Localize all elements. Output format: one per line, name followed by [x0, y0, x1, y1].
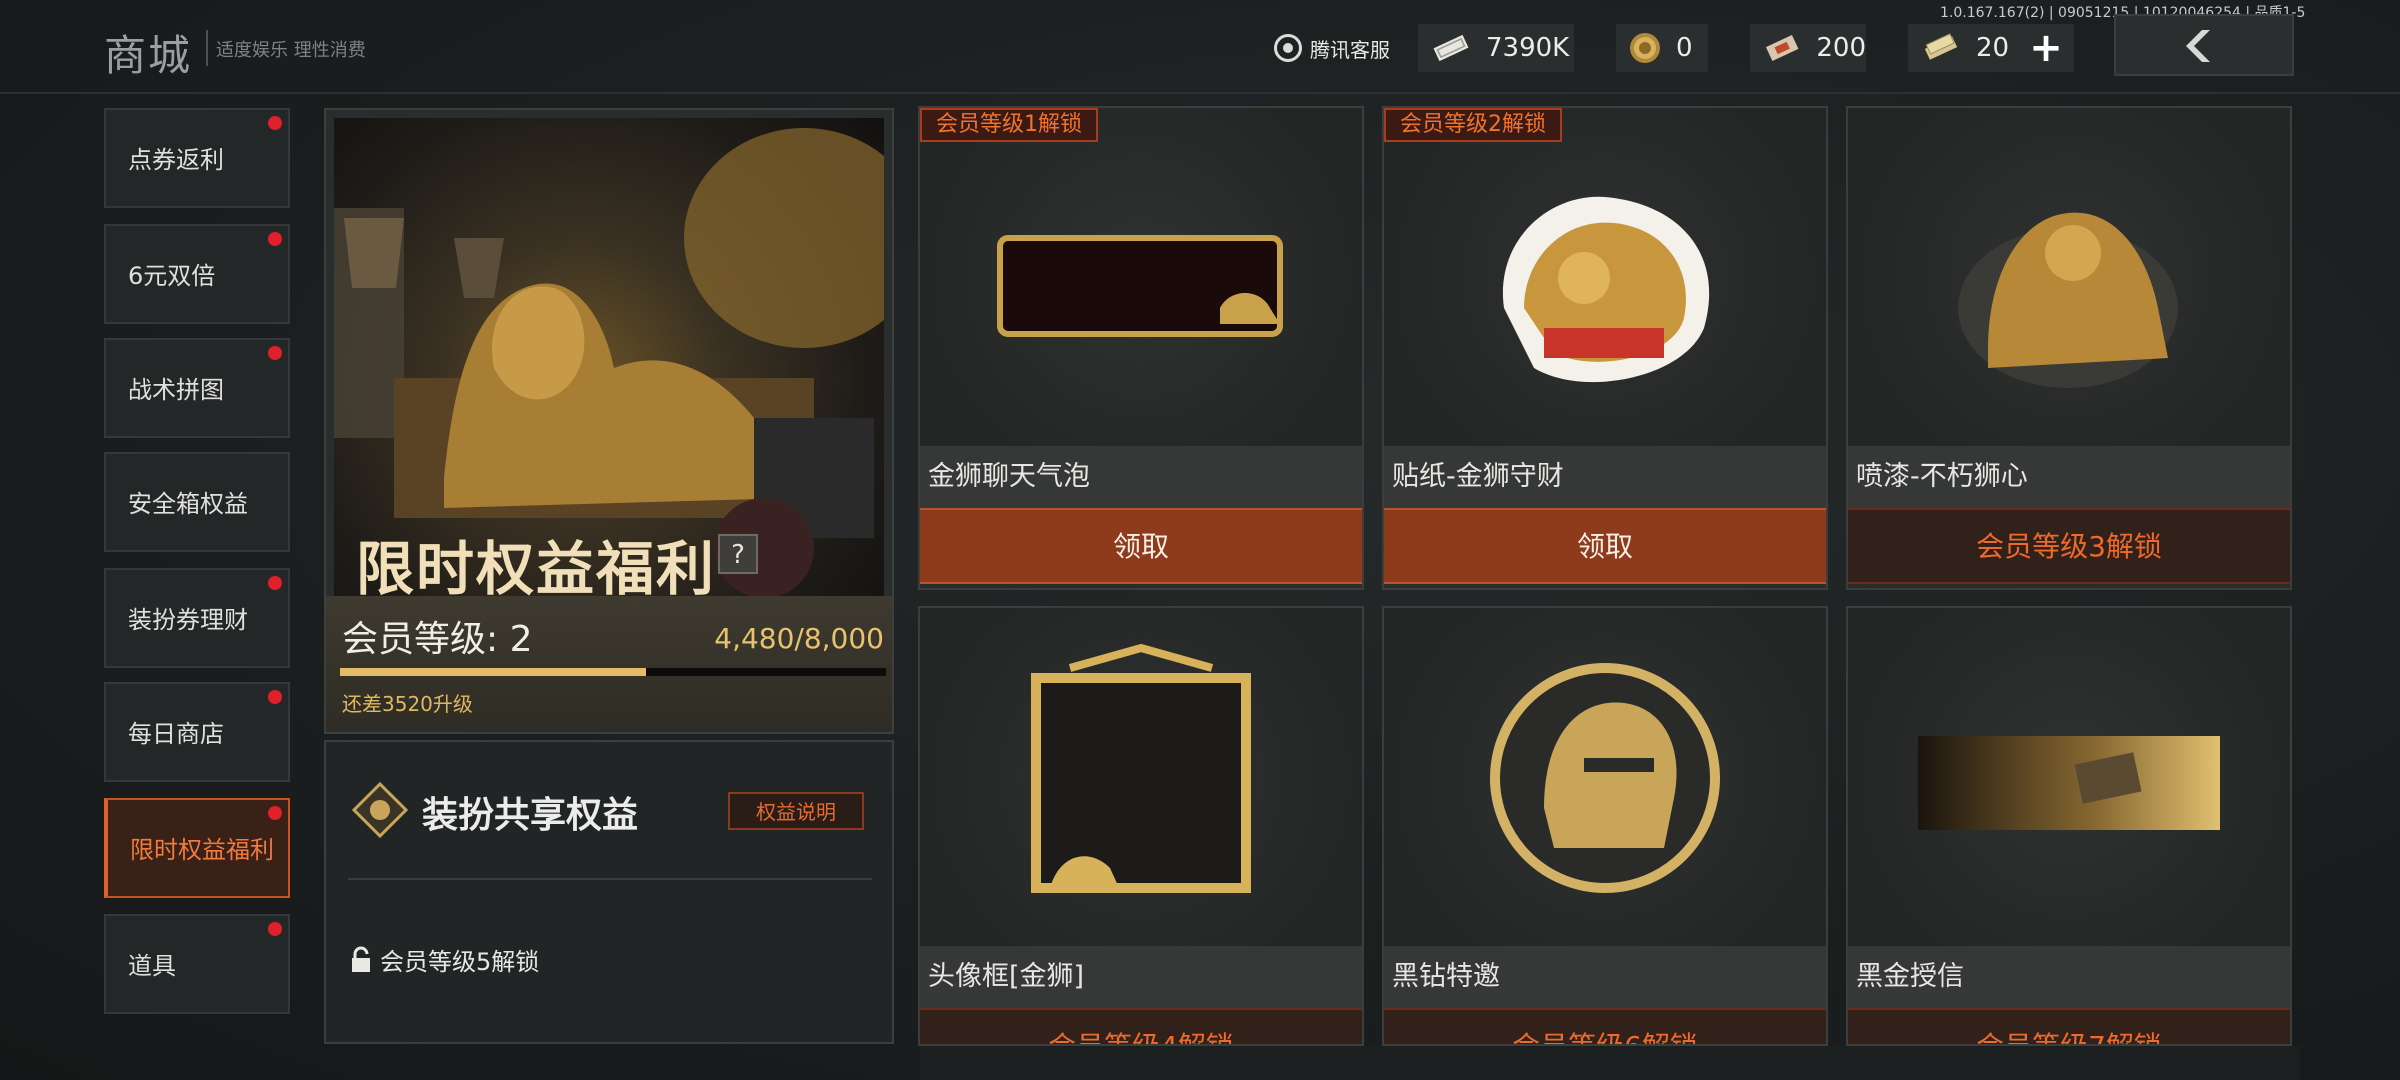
sidebar-item-limited-benefits[interactable]: 限时权益福利 [104, 798, 290, 898]
currency-value: 20 [1976, 33, 2010, 63]
notification-dot [268, 922, 282, 936]
customer-service-label: 腾讯客服 [1310, 37, 1390, 62]
sidebar-item-rebate[interactable]: 点券返利 [104, 108, 290, 208]
unlock-icon [352, 946, 370, 972]
avatar-frame-image [920, 608, 1362, 946]
sidebar-item-daily-shop[interactable]: 每日商店 [104, 682, 290, 782]
sidebar-item-label: 点券返利 [128, 146, 224, 174]
golden-lion-banner-image: 限时权益福利 ? [334, 118, 884, 596]
gold-coin-icon [1630, 33, 1660, 63]
sidebar-item-puzzle[interactable]: 战术拼图 [104, 338, 290, 438]
progress-bar-fill [340, 668, 646, 676]
shared-lock-text: 会员等级5解锁 [380, 948, 540, 976]
sidebar-item-label: 装扮券理财 [128, 606, 248, 634]
sidebar-item-label: 安全箱权益 [128, 490, 248, 518]
sidebar-item-label: 每日商店 [128, 720, 224, 748]
sticker-golden-lion-image [1384, 108, 1826, 446]
feature-panel: 限时权益福利 ? 会员等级: 2 4,480/8,000 还差3520升级 [324, 108, 894, 734]
claim-button[interactable]: 领取 [1384, 508, 1826, 584]
currency-banknote: 7390K [1418, 24, 1574, 72]
sidebar-item-safebox[interactable]: 安全箱权益 [104, 452, 290, 552]
notification-dot [268, 232, 282, 246]
reward-card[interactable]: 喷漆-不朽狮心 会员等级3解锁 [1846, 106, 2292, 590]
ticket-icon [1924, 33, 1958, 60]
customer-service-button[interactable]: 腾讯客服 [1274, 28, 1390, 68]
reward-name: 贴纸-金狮守财 [1384, 446, 1826, 508]
title-divider [206, 30, 208, 66]
claim-button[interactable]: 领取 [920, 508, 1362, 584]
shared-benefits-title: 装扮共享权益 [422, 795, 639, 836]
feature-title: 限时权益福利 [356, 535, 717, 596]
lion-diamond-icon [352, 782, 408, 838]
sidebar-item-label: 战术拼图 [128, 376, 224, 404]
unlock-tag: 会员等级2解锁 [1384, 108, 1562, 142]
add-currency-button[interactable]: + [2024, 26, 2068, 70]
currency-value: 0 [1676, 33, 1693, 63]
unlock-tag: 会员等级1解锁 [920, 108, 1098, 142]
black-gold-credit-image [1848, 608, 2290, 946]
reward-name: 喷漆-不朽狮心 [1848, 446, 2290, 508]
reward-card[interactable]: 会员等级2解锁 贴纸-金狮守财 领取 [1382, 106, 1828, 590]
reward-card[interactable]: 黑钻特邀 会员等级6解锁 [1382, 606, 1828, 1046]
spray-immortal-lionheart-image [1848, 108, 2290, 446]
sidebar-item-double[interactable]: 6元双倍 [104, 224, 290, 324]
black-diamond-invite-image [1384, 608, 1826, 946]
sidebar-item-label: 道具 [128, 952, 176, 980]
headset-icon [1274, 34, 1302, 62]
member-level-progress-bar [340, 668, 886, 676]
sidebar-item-props[interactable]: 道具 [104, 914, 290, 1014]
locked-button[interactable]: 会员等级4解锁 [920, 1008, 1362, 1044]
member-level-progress-text: 4,480/8,000 [714, 622, 884, 655]
chat-bubble-image [920, 108, 1362, 446]
divider [348, 878, 872, 880]
currency-value: 200 [1816, 33, 1866, 63]
locked-button[interactable]: 会员等级7解锁 [1848, 1008, 2290, 1044]
bottom-clip [920, 1046, 2300, 1080]
member-level-panel: 会员等级: 2 4,480/8,000 还差3520升级 [326, 596, 892, 730]
voucher-icon [1765, 34, 1799, 62]
sidebar-item-label: 6元双倍 [128, 262, 216, 290]
notification-dot [268, 576, 282, 590]
notification-dot [268, 690, 282, 704]
reward-name: 头像框[金狮] [920, 946, 1362, 1008]
shared-lock-row: 会员等级5解锁 [350, 942, 539, 977]
currency-gold: 0 [1616, 24, 1708, 72]
benefits-info-button[interactable]: 权益说明 [728, 792, 864, 830]
top-bar: 商城 适度娱乐 理性消费 1.0.167.167(2) | 09051215 |… [0, 0, 2400, 94]
shared-benefits-panel: 装扮共享权益 权益说明 会员等级5解锁 [324, 740, 894, 1044]
chevron-left-icon [2186, 30, 2210, 62]
notification-dot [268, 806, 282, 820]
reward-card[interactable]: 会员等级1解锁 金狮聊天气泡 领取 [918, 106, 1364, 590]
currency-value: 7390K [1486, 33, 1570, 63]
plus-icon: + [2029, 25, 2063, 71]
reward-name: 金狮聊天气泡 [920, 446, 1362, 508]
slogan: 适度娱乐 理性消费 [216, 40, 366, 61]
member-level-label: 会员等级: 2 [342, 619, 533, 660]
notification-dot [268, 346, 282, 360]
reward-card[interactable]: 黑金授信 会员等级7解锁 [1846, 606, 2292, 1046]
back-button[interactable] [2114, 14, 2294, 76]
page-title: 商城 [104, 31, 193, 80]
locked-button[interactable]: 会员等级3解锁 [1848, 508, 2290, 584]
locked-button[interactable]: 会员等级6解锁 [1384, 1008, 1826, 1044]
banknote-icon [1433, 34, 1469, 62]
help-button[interactable]: ? [718, 534, 758, 574]
sidebar-item-finance[interactable]: 装扮券理财 [104, 568, 290, 668]
reward-name: 黑钻特邀 [1384, 946, 1826, 1008]
currency-voucher: 200 [1750, 24, 1866, 72]
sidebar-item-label: 限时权益福利 [130, 836, 274, 864]
notification-dot [268, 116, 282, 130]
reward-card[interactable]: 头像框[金狮] 会员等级4解锁 [918, 606, 1364, 1046]
upgrade-remaining-text: 还差3520升级 [342, 692, 473, 716]
reward-name: 黑金授信 [1848, 946, 2290, 1008]
